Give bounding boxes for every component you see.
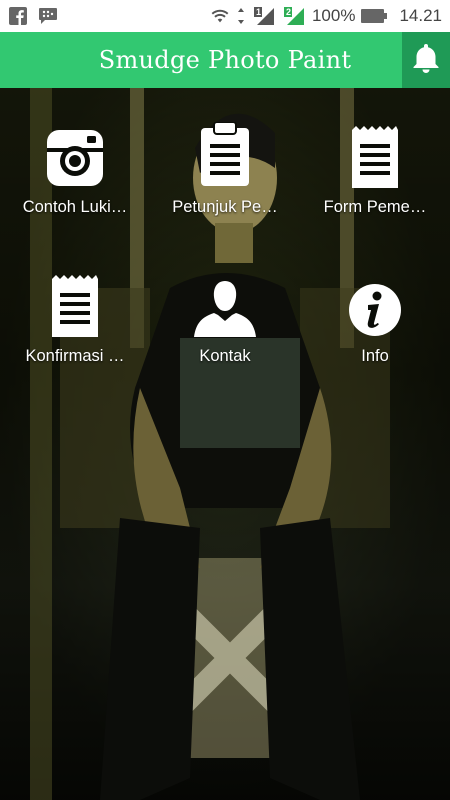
notepad-icon [343, 108, 407, 188]
sim1-label: 1 [255, 7, 261, 17]
menu-item-label: Form Peme… [323, 198, 427, 216]
menu-item-contoh-lukisan[interactable]: Contoh Luki… [0, 108, 150, 217]
notification-button[interactable] [402, 32, 450, 88]
wifi-icon [210, 6, 230, 26]
menu-item-label: Contoh Luki… [22, 198, 128, 216]
battery-icon [361, 6, 388, 26]
menu-item-konfirmasi[interactable]: Konfirmasi … [0, 257, 150, 366]
menu-item-kontak[interactable]: Kontak [150, 257, 300, 366]
data-arrows-icon [236, 6, 246, 26]
status-bar: 1 2 100% 14.21 [0, 0, 450, 32]
menu-item-petunjuk[interactable]: Petunjuk Pe… [150, 108, 300, 217]
menu-item-label: Info [361, 347, 389, 365]
clipboard-icon [193, 108, 257, 188]
menu-item-label: Petunjuk Pe… [172, 198, 278, 216]
notepad-icon [43, 257, 107, 337]
app-bar: Smudge Photo Paint [0, 32, 450, 88]
signal-2-icon: 2 [282, 6, 306, 26]
menu-item-label: Konfirmasi … [25, 347, 125, 365]
menu-item-info[interactable]: Info [300, 257, 450, 366]
signal-1-icon: 1 [252, 6, 276, 26]
menu-item-form-pemesanan[interactable]: Form Peme… [300, 108, 450, 217]
menu-grid: Contoh Luki… Petunjuk Pe… Form Peme… Kon… [0, 108, 450, 366]
app-title: Smudge Photo Paint [98, 46, 352, 74]
facebook-icon [8, 6, 28, 26]
clock-time: 14.21 [399, 6, 442, 25]
sim2-label: 2 [285, 7, 291, 17]
bell-icon [411, 42, 441, 79]
person-icon [193, 257, 257, 337]
chat-icon [38, 6, 58, 26]
info-icon [343, 257, 407, 337]
camera-icon [43, 108, 107, 188]
battery-percent: 100% [311, 6, 356, 25]
menu-item-label: Kontak [199, 347, 251, 365]
